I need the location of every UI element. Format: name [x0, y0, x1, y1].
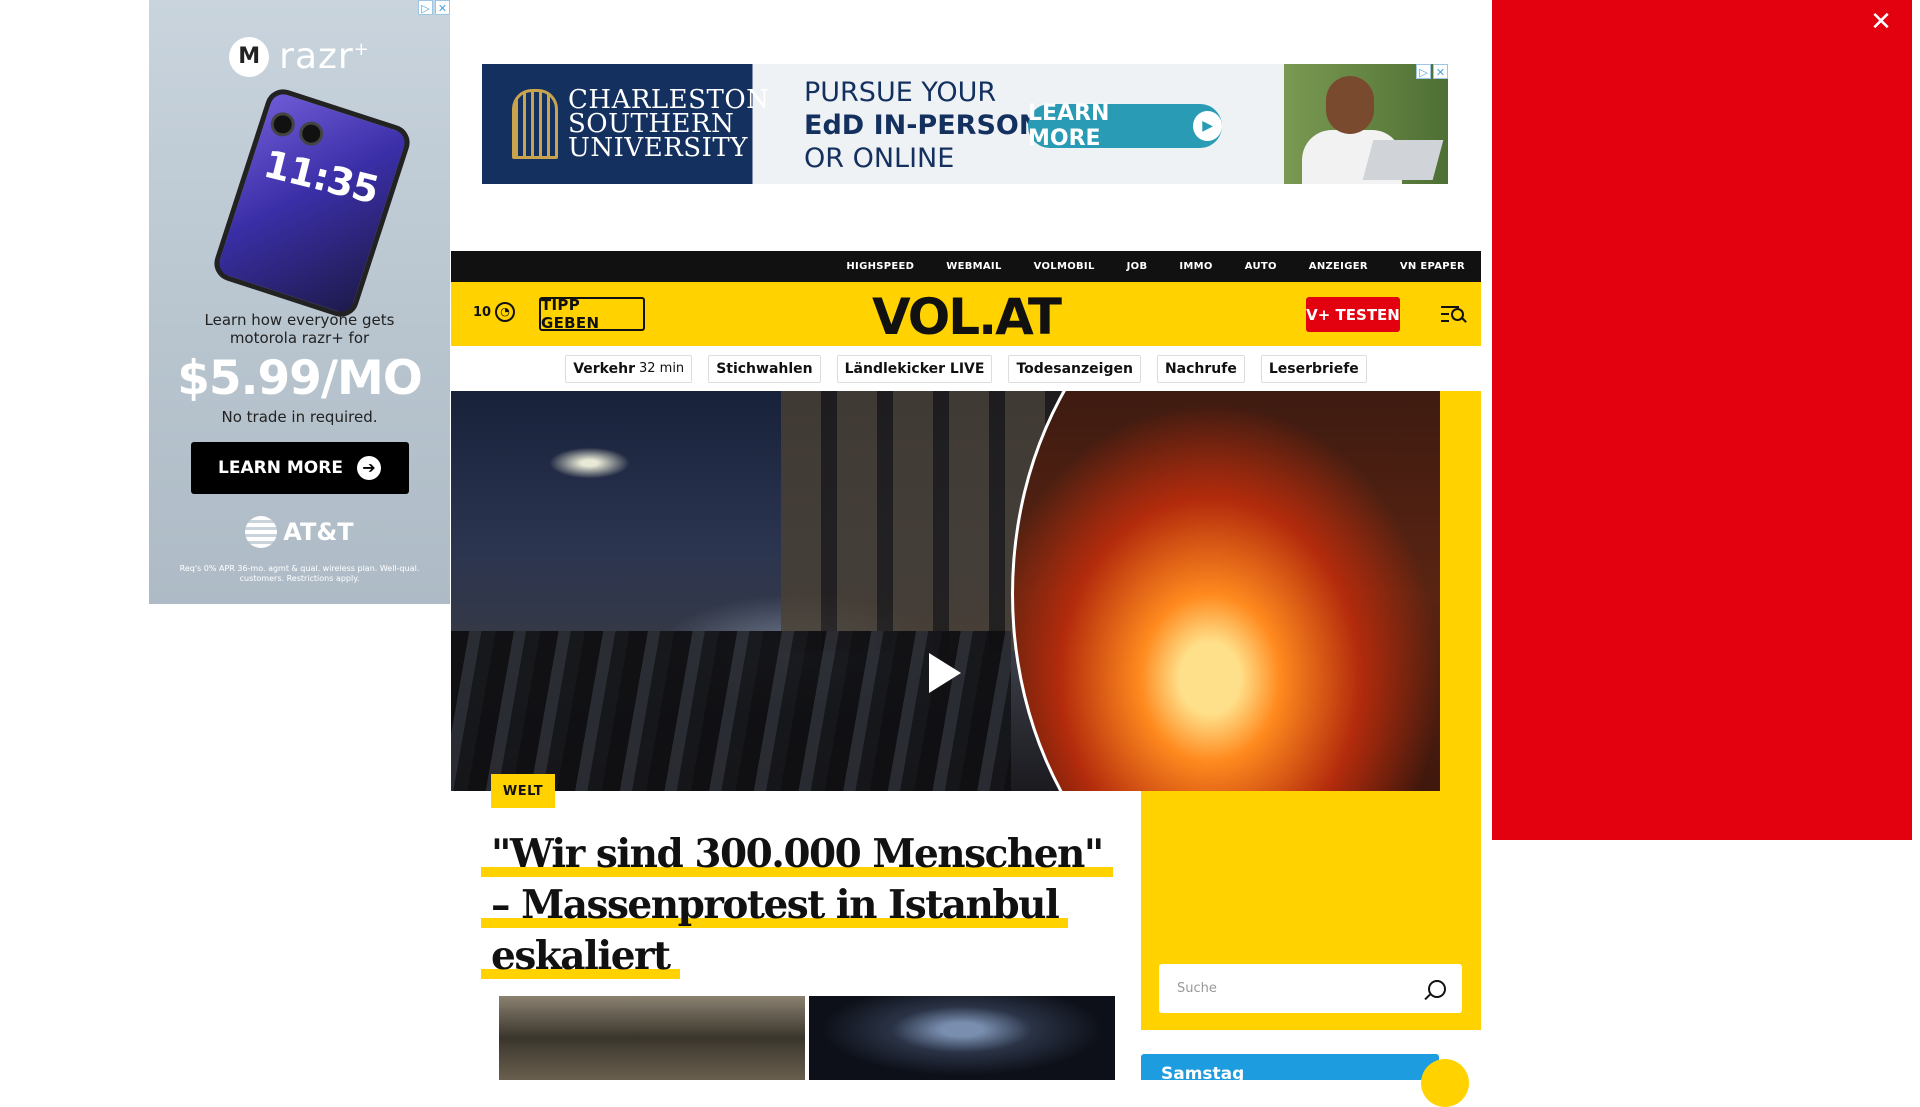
quick-link-nachrufe[interactable]: Nachrufe	[1156, 354, 1245, 383]
service-link-anzeiger[interactable]: ANZEIGER	[1309, 261, 1368, 272]
category-tag[interactable]: WELT	[491, 774, 555, 808]
close-icon[interactable]: ✕	[1868, 9, 1894, 35]
hero-bg-crowd	[451, 631, 1011, 791]
article-headline[interactable]: "Wir sind 300.000 Menschen" – Massenprot…	[481, 829, 1121, 982]
main-header: 10 ◔ TIPP GEBEN VOL.AT V+ TESTEN	[451, 282, 1481, 346]
att-wordmark: AT&T	[283, 518, 354, 546]
razr-wordmark: razr+	[279, 36, 370, 77]
banner-line-2: EdD IN-PERSON	[804, 110, 1042, 141]
service-link-vn-epaper[interactable]: VN EPAPER	[1400, 261, 1465, 272]
banner-line-3: OR ONLINE	[804, 143, 955, 174]
quick-link-laendlekicker-live[interactable]: Ländlekicker LIVE	[836, 354, 993, 383]
red-takeover-ad[interactable]	[1492, 0, 1912, 840]
video-play-icon[interactable]	[929, 653, 961, 693]
razr-phone-image: 11:35	[209, 84, 414, 322]
banner-line-1: PURSUE YOUR	[804, 77, 997, 108]
banner-ad-choices[interactable]: ▷ ✕	[1416, 64, 1448, 79]
related-thumbnail[interactable]	[499, 996, 805, 1080]
weather-icon: ◔	[495, 302, 516, 322]
university-crest-icon	[512, 89, 558, 159]
banner-learn-more-button[interactable]: LEARN MORE ▶	[1028, 101, 1222, 151]
razr-brand-mark: +	[353, 39, 370, 60]
ad-price: $5.99/MO	[177, 351, 423, 406]
service-link-volmobil[interactable]: VOLMOBIL	[1034, 261, 1095, 272]
quick-link-leserbriefe[interactable]: Leserbriefe	[1260, 354, 1367, 383]
menu-search-icon[interactable]	[1441, 302, 1467, 326]
banner-cta-label: LEARN MORE	[1028, 101, 1110, 151]
play-icon: ▶	[1193, 111, 1222, 141]
search-box	[1159, 964, 1462, 1013]
close-ad-icon[interactable]: ✕	[435, 0, 450, 15]
close-ad-icon[interactable]: ✕	[1433, 64, 1448, 79]
left-skyscraper-ad[interactable]: ▷ ✕ M razr+ 11:35 Learn how everyone get…	[149, 0, 450, 604]
banner-person-image	[1288, 70, 1444, 184]
ad-fine-print: Req's 0% APR 36-mo. agmt & qual. wireles…	[179, 564, 420, 583]
service-link-webmail[interactable]: WEBMAIL	[946, 261, 1001, 272]
related-thumbnail[interactable]	[809, 996, 1115, 1080]
att-globe-icon	[245, 516, 278, 548]
service-link-highspeed[interactable]: HIGHSPEED	[846, 261, 914, 272]
quick-link-verkehr[interactable]: Verkehr 32 min	[565, 354, 693, 383]
related-thumbnails	[499, 996, 1115, 1080]
ad-learn-more-button[interactable]: LEARN MORE ➔	[190, 442, 409, 494]
temperature: 10	[473, 304, 492, 320]
service-bar: HIGHSPEED WEBMAIL VOLMOBIL JOB IMMO AUTO…	[451, 251, 1481, 282]
razr-brand-text: razr	[279, 36, 354, 77]
hero-video[interactable]	[451, 391, 1440, 791]
service-link-job[interactable]: JOB	[1127, 261, 1148, 272]
arrow-right-icon: ➔	[356, 456, 381, 480]
sun-icon	[1421, 1059, 1469, 1107]
adchoices-icon[interactable]: ▷	[418, 0, 433, 15]
csu-logo: CHARLESTON SOUTHERN UNIVERSITY	[512, 85, 770, 163]
top-banner-ad[interactable]: CHARLESTON SOUTHERN UNIVERSITY PURSUE YO…	[482, 64, 1448, 184]
ad-copy-text: Learn how everyone gets motorola razr+ f…	[204, 311, 395, 347]
school-name: CHARLESTON SOUTHERN UNIVERSITY	[568, 85, 770, 163]
ad-choices[interactable]: ▷ ✕	[418, 0, 450, 15]
lead-article[interactable]: WELT "Wir sind 300.000 Menschen" – Masse…	[451, 774, 1141, 1080]
adchoices-icon[interactable]: ▷	[1416, 64, 1431, 79]
weather-day: Samstag	[1161, 1064, 1245, 1080]
motorola-logo-icon: M	[229, 36, 270, 77]
search-input[interactable]	[1175, 980, 1399, 997]
banner-headline: PURSUE YOUR EdD IN-PERSON OR ONLINE	[804, 76, 1041, 175]
motorola-razr-logo: M razr+	[149, 36, 450, 77]
tipp-geben-button[interactable]: TIPP GEBEN	[539, 296, 645, 332]
ad-cta-label: LEARN MORE	[218, 458, 343, 478]
hero-inset-fire	[1011, 391, 1440, 791]
verkehr-label: Verkehr	[573, 360, 635, 377]
service-link-immo[interactable]: IMMO	[1179, 261, 1212, 272]
main-content: WELT "Wir sind 300.000 Menschen" – Masse…	[451, 391, 1481, 1107]
quick-links-bar: Verkehr 32 min Stichwahlen Ländlekicker …	[451, 346, 1481, 391]
weather-card[interactable]: Samstag	[1141, 1054, 1439, 1080]
search-icon[interactable]	[1428, 979, 1446, 998]
att-logo: AT&T	[149, 516, 450, 548]
quick-link-todesanzeigen[interactable]: Todesanzeigen	[1008, 354, 1141, 383]
ad-trade-text: No trade in required.	[221, 408, 378, 426]
weather-widget[interactable]: 10 ◔	[473, 302, 516, 322]
quick-link-stichwahlen[interactable]: Stichwahlen	[708, 354, 821, 383]
service-link-auto[interactable]: AUTO	[1245, 261, 1277, 272]
vplus-testen-button[interactable]: V+ TESTEN	[1306, 297, 1400, 332]
vol-at-page: HIGHSPEED WEBMAIL VOLMOBIL JOB IMMO AUTO…	[451, 251, 1481, 1107]
verkehr-time: 32 min	[638, 361, 685, 376]
headline-text: "Wir sind 300.000 Menschen" – Massenprot…	[481, 831, 1113, 979]
